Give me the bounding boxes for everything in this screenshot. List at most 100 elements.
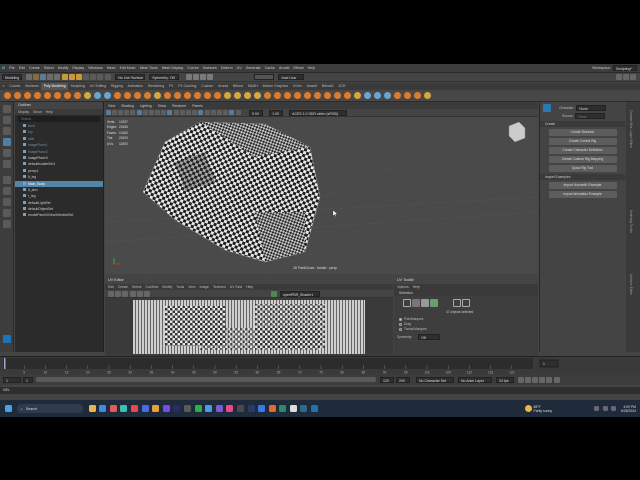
poly-plane-icon[interactable]	[54, 92, 61, 99]
uv-menu-select[interactable]: Select	[132, 284, 141, 290]
command-line[interactable]: MEL	[0, 387, 640, 394]
quad-draw-icon[interactable]	[254, 92, 261, 99]
menu-uv[interactable]: UV	[235, 64, 244, 73]
hik-button-create-control-rig[interactable]: Create Control Rig	[548, 138, 617, 145]
taskbar-search-input[interactable]: ⌕ Search	[16, 404, 83, 413]
app-icon-8[interactable]	[215, 405, 223, 412]
menu-help[interactable]: Help	[306, 64, 317, 73]
step-back-icon[interactable]	[524, 376, 531, 383]
file-explorer-icon[interactable]	[88, 405, 96, 412]
app-icon-4[interactable]	[141, 405, 149, 412]
chrome-icon[interactable]	[152, 405, 160, 412]
radio-icon[interactable]	[399, 328, 402, 331]
symmetry-dropdown[interactable]: Symmetry: Off	[149, 74, 180, 80]
offset-edge-loop-icon[interactable]	[274, 92, 281, 99]
delete-history-icon[interactable]	[414, 92, 421, 99]
menu-windows[interactable]: Windows	[86, 64, 105, 73]
hik-button-create-character-definition[interactable]: Create Character Definition	[548, 147, 617, 154]
shelf-tab-rigging[interactable]: Rigging	[109, 83, 126, 90]
uvtk-menu-help[interactable]: Help	[413, 284, 420, 290]
viewport-panel[interactable]: View Shading Lighting Show Renderer Panels 0.…	[105, 102, 538, 274]
edge-mode-icon[interactable]	[411, 299, 420, 307]
slide-edge-icon[interactable]	[284, 92, 291, 99]
tab-channel-box[interactable]: Channel Box / Layer Editor	[629, 110, 633, 148]
import-section-header[interactable]: Import Examples	[540, 174, 625, 180]
radio-icon[interactable]	[399, 318, 402, 321]
insert-edge-loop-icon[interactable]	[264, 92, 271, 99]
anim-layer-dropdown[interactable]: No Anim Layer	[458, 376, 492, 383]
hik-button-import-humanik-example[interactable]: Import HumanIK Example	[548, 182, 617, 189]
app-icon-7[interactable]	[205, 405, 213, 412]
tab-attribute-editor[interactable]: Attribute Editor	[629, 274, 633, 295]
windows-start-icon[interactable]	[5, 405, 12, 412]
uv-shell-mode-icon[interactable]	[430, 299, 439, 307]
menu-mesh[interactable]: Mesh	[105, 64, 118, 73]
app-icon-13[interactable]	[279, 405, 287, 412]
extrude-icon[interactable]	[164, 92, 171, 99]
uv-shader-dropdown[interactable]: openPBR_Shader1	[280, 290, 321, 297]
range-bar[interactable]	[36, 377, 376, 382]
app-icon-3[interactable]	[130, 405, 138, 412]
shelf-tab-sculpting[interactable]: Sculpting	[68, 83, 87, 90]
create-section-header[interactable]: Create	[540, 121, 625, 127]
shelf-tab-fx-caching[interactable]: FX Caching	[176, 83, 199, 90]
playback-start-field[interactable]: 1	[23, 376, 33, 383]
source-dropdown[interactable]: None	[575, 112, 606, 119]
photoshop-icon[interactable]	[247, 405, 255, 412]
outliner-menu-display[interactable]: Display	[18, 109, 29, 115]
uv-menu-tools[interactable]: Tools	[176, 284, 184, 290]
open-scene-icon[interactable]	[32, 74, 39, 80]
tab-modeling-toolkit[interactable]: Modeling Toolkit	[629, 210, 633, 233]
poke-icon[interactable]	[314, 92, 321, 99]
toggle-modeling-toolkit-icon[interactable]	[616, 74, 623, 80]
merge-icon[interactable]	[294, 92, 301, 99]
radio-icon[interactable]	[399, 323, 402, 326]
fill-hole-icon[interactable]	[204, 92, 211, 99]
uv-symmetry-dropdown[interactable]: Off	[418, 334, 441, 340]
poly-cone-icon[interactable]	[34, 92, 41, 99]
shelf-tab-curves[interactable]: Curves	[7, 83, 23, 90]
poly-disc-icon[interactable]	[64, 92, 71, 99]
play-back-icon[interactable]	[531, 376, 538, 383]
super-shape-icon[interactable]	[84, 92, 91, 99]
freeze-transform-icon[interactable]	[404, 92, 411, 99]
graph-layout-icon[interactable]	[3, 209, 11, 217]
menu-mesh-display[interactable]: Mesh Display	[160, 64, 186, 73]
shelf-tab-mash[interactable]: MASH	[245, 83, 260, 90]
select-hierarchy-icon[interactable]	[61, 74, 68, 80]
time-slider-track[interactable]	[3, 358, 533, 369]
triangulate-icon[interactable]	[344, 92, 351, 99]
search-icon[interactable]	[3, 220, 11, 228]
app-icon-11[interactable]	[258, 405, 266, 412]
current-frame-marker[interactable]	[4, 358, 6, 369]
uv-menu-create[interactable]: Create	[118, 284, 128, 290]
hik-button-quick-rig-tool[interactable]: Quick Rig Tool	[548, 165, 617, 172]
menu-curves[interactable]: Curves	[185, 64, 200, 73]
volume-icon[interactable]	[611, 406, 617, 411]
hypershade-icon[interactable]	[207, 74, 214, 80]
menu-modify[interactable]: Modify	[56, 64, 71, 73]
app-icon-6[interactable]	[183, 405, 191, 412]
uv-move-icon[interactable]	[115, 290, 122, 297]
app-icon-5[interactable]	[162, 405, 170, 412]
menu-display[interactable]: Display	[70, 64, 86, 73]
uv-rotate-icon[interactable]	[122, 290, 129, 297]
mel-label[interactable]: MEL	[3, 388, 10, 392]
app-icon-12[interactable]	[268, 405, 276, 412]
playback-end-field[interactable]: 120	[380, 376, 394, 383]
user-dropdown[interactable]: Jose Lisa	[278, 74, 304, 80]
toggle-attribute-editor-icon[interactable]	[623, 74, 630, 80]
face-mode-icon[interactable]	[420, 299, 429, 307]
select-tool-icon[interactable]	[3, 105, 11, 113]
platonic-solid-icon[interactable]	[74, 92, 81, 99]
snap-view-icon[interactable]	[104, 74, 111, 80]
maya-taskbar-icon[interactable]	[311, 405, 319, 412]
uv-menu-view[interactable]: View	[188, 284, 195, 290]
menu-edit[interactable]: Edit	[17, 64, 27, 73]
menu-bifrost[interactable]: Bifrost	[291, 64, 305, 73]
remesh-icon[interactable]	[384, 92, 391, 99]
current-frame-field[interactable]: 1	[543, 362, 545, 366]
menu-arnold[interactable]: Arnold	[277, 64, 291, 73]
outliner-item[interactable]: modelPanel4ViewSelectedSet	[15, 212, 103, 218]
reduce-icon[interactable]	[364, 92, 371, 99]
